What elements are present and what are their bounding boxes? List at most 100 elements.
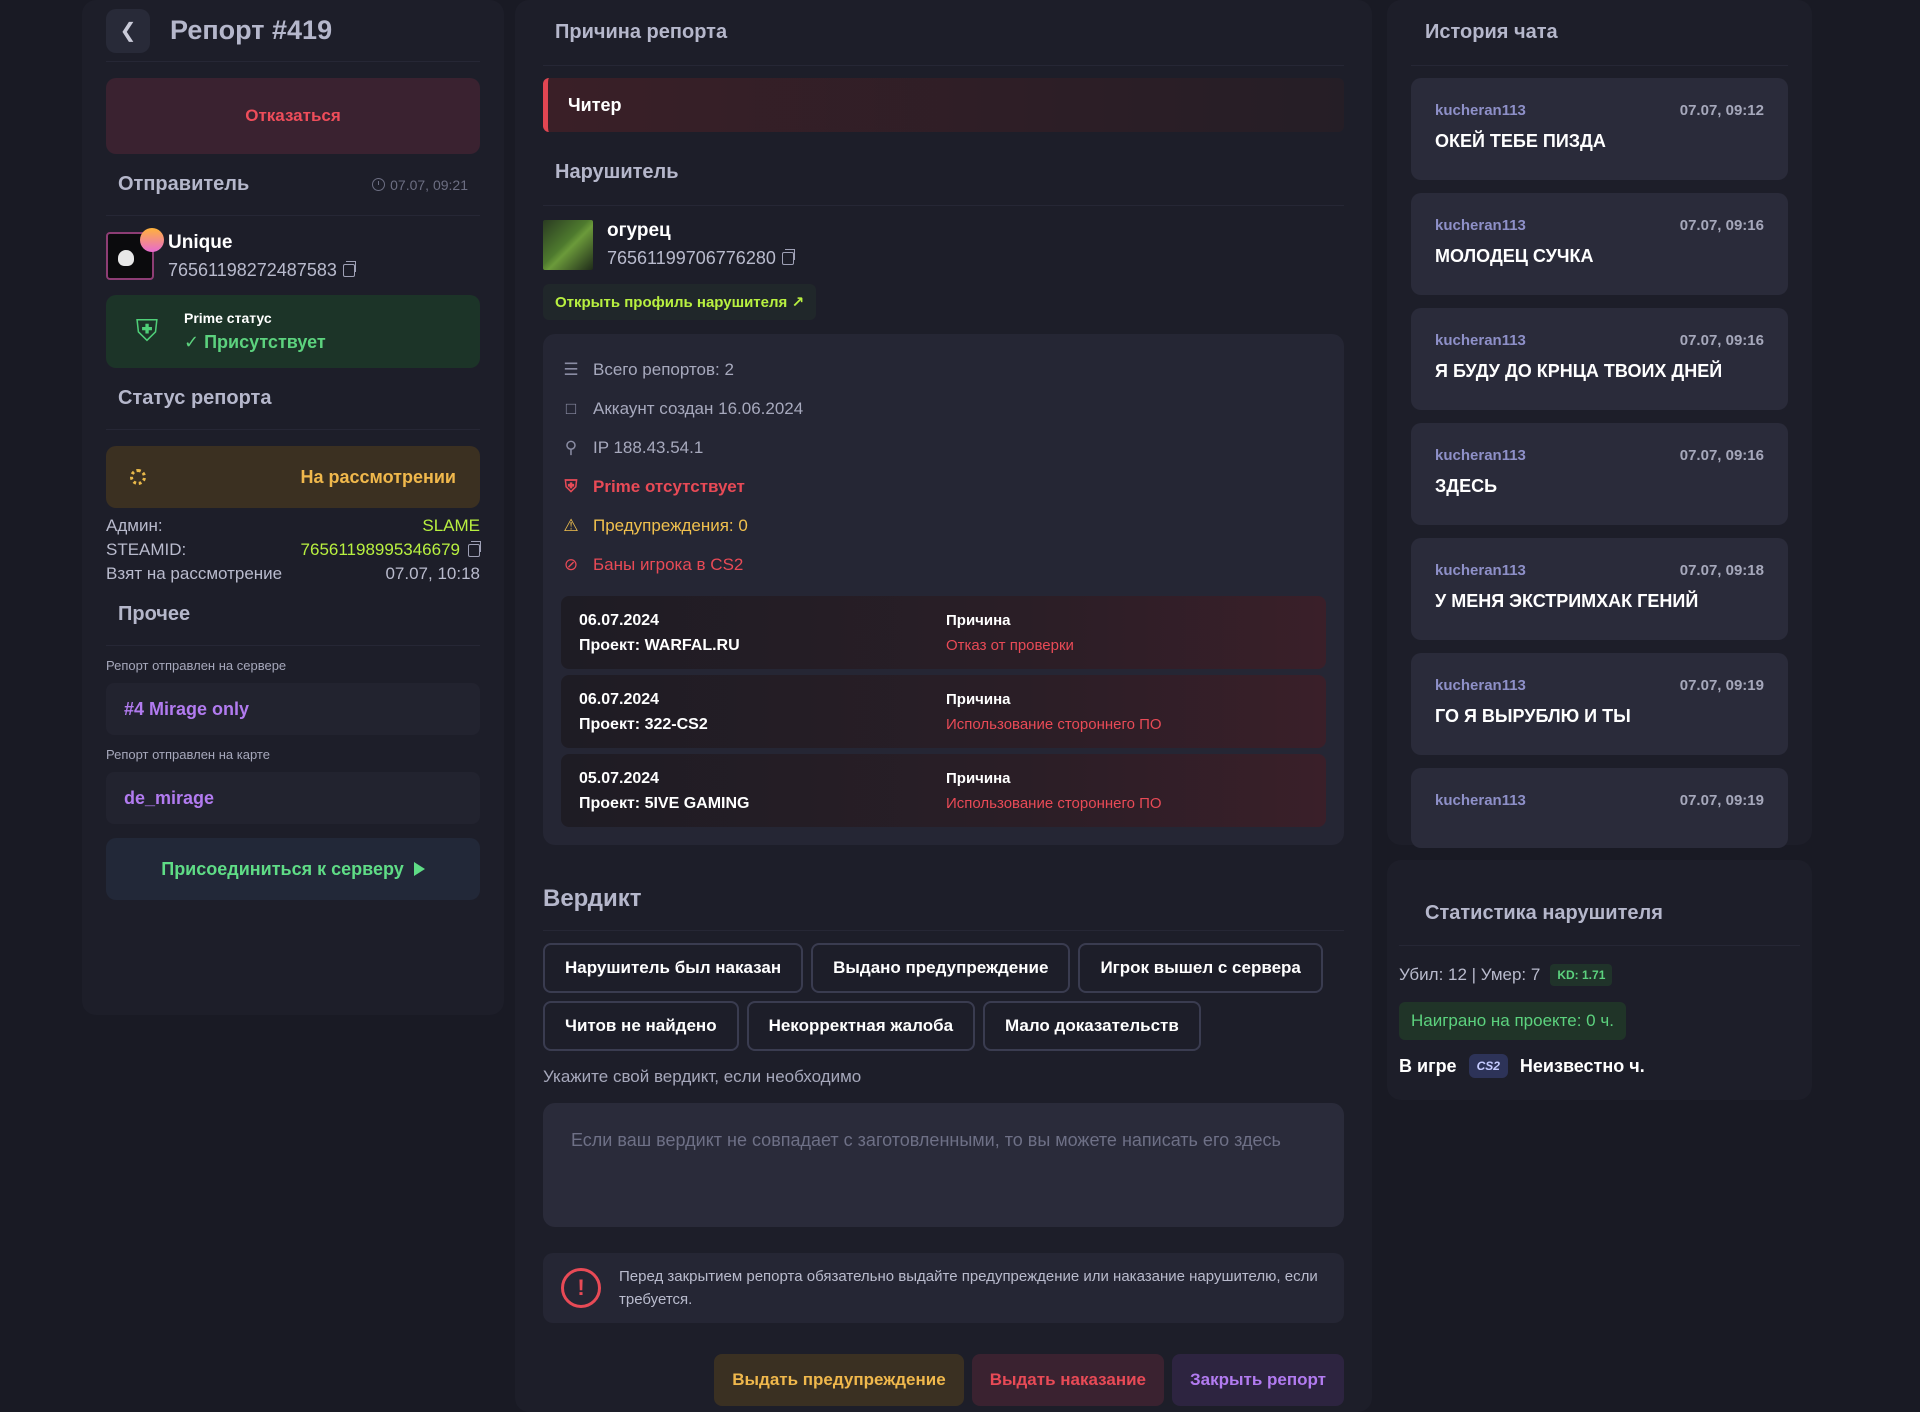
chat-user[interactable]: kucheran113 [1435, 102, 1526, 119]
chat-message: kucheran113 07.07, 09:16 ЗДЕСЬ [1411, 423, 1788, 525]
stats-section-title: Статистика нарушителя [1399, 860, 1800, 946]
admin-steamid-row: STEAMID: 76561198995346679 [106, 540, 481, 560]
status-text: На рассмотрении [300, 466, 457, 487]
prime-value-text: Присутствует [204, 332, 326, 352]
refuse-button[interactable]: Отказаться [106, 78, 480, 154]
chat-user[interactable]: kucheran113 [1435, 217, 1526, 234]
chat-user[interactable]: kucheran113 [1435, 447, 1526, 464]
violator-name[interactable]: огурец [607, 220, 794, 242]
verdict-option-punished[interactable]: Нарушитель был наказан [543, 943, 804, 993]
prime-label: Prime статус [184, 310, 272, 326]
avatar-badge [140, 228, 164, 252]
prime-value: ✓ Присутствует [184, 332, 326, 353]
account-created-row: □ Аккаунт создан 16.06.2024 [561, 389, 1326, 428]
sender-steamid: 76561198272487583 [168, 260, 356, 281]
join-server-button[interactable]: Присоединиться к серверу [106, 838, 480, 900]
ban-date: 05.07.2024 [579, 769, 660, 787]
verdict-option-left-server[interactable]: Игрок вышел с сервера [1078, 943, 1323, 993]
chat-panel: История чата kucheran113 07.07, 09:12 ОКЕ… [1387, 0, 1812, 848]
main-panel: Причина репорта Читер Нарушитель огурец … [515, 0, 1372, 1412]
spinner-icon [130, 469, 146, 485]
chat-user[interactable]: kucheran113 [1435, 792, 1526, 809]
ingame-value: Неизвестно ч. [1519, 1055, 1645, 1076]
close-warning-text: Перед закрытием репорта обязательно выда… [619, 1268, 1318, 1308]
taken-value: 07.07, 10:18 [385, 564, 480, 583]
taken-row: Взят на рассмотрение 07.07, 10:18 [106, 564, 480, 584]
cs2-badge: CS2 [1468, 1054, 1508, 1078]
calendar-icon: □ [565, 398, 577, 418]
copy-icon[interactable] [342, 261, 356, 277]
ban-project: Проект: 5IVE GAMING [579, 794, 750, 812]
ban-project: Проект: 322-CS2 [579, 715, 708, 733]
warning-icon: ⚠ [563, 515, 579, 535]
taken-label: Взят на рассмотрение [106, 564, 283, 583]
verdict-hint: Укажите свой вердикт, если необходимо [543, 1067, 862, 1086]
prime-shield-icon: ⛨ [135, 314, 159, 348]
ip-row: ⚲ IP 188.43.54.1 [561, 428, 1326, 467]
chat-message: kucheran113 07.07, 09:19 [1411, 768, 1788, 848]
sender-name[interactable]: Unique [168, 232, 355, 254]
verdict-textarea[interactable]: Если ваш вердикт не совпадает с заготовл… [543, 1103, 1344, 1227]
sender-section-head: Отправитель 07.07, 09:21 [106, 154, 480, 216]
total-reports: Всего репортов: 2 [593, 359, 734, 379]
back-button[interactable]: ❮ [106, 8, 150, 53]
violator-info-card: ☰ Всего репортов: 2 □ Аккаунт создан 16.… [543, 334, 1344, 845]
sender-avatar[interactable] [106, 228, 164, 280]
left-panel: ❮ Репорт #419 Отказаться Отправитель 07.… [82, 0, 504, 1015]
chat-time: 07.07, 09:16 [1679, 217, 1764, 234]
close-report-button[interactable]: Закрыть репорт [1172, 1354, 1344, 1406]
sender-time: 07.07, 09:21 [372, 177, 468, 193]
chat-text: Я БУДУ ДО КРНЦА ТВОИХ ДНЕЙ [1435, 361, 1723, 381]
violator-steamid-value: 76561199706776280 [607, 248, 776, 268]
chat-time: 07.07, 09:19 [1679, 677, 1764, 694]
steamid-label: STEAMID: [106, 540, 187, 559]
reports-icon: ☰ [563, 359, 579, 379]
status-section-title: Статус репорта [118, 387, 272, 409]
verdict-option-invalid[interactable]: Некорректная жалоба [746, 1001, 976, 1051]
verdict-option-warned[interactable]: Выдано предупреждение [811, 943, 1071, 993]
ban-date: 06.07.2024 [579, 690, 660, 708]
chat-user[interactable]: kucheran113 [1435, 677, 1526, 694]
join-server-label: Присоединиться к серверу [161, 858, 404, 879]
chat-user[interactable]: kucheran113 [1435, 562, 1526, 579]
chat-message: kucheran113 07.07, 09:18 У МЕНЯ ЭКСТРИМХА… [1411, 538, 1788, 640]
chat-time: 07.07, 09:12 [1679, 102, 1764, 119]
copy-icon[interactable] [781, 249, 795, 265]
map-field: de_mirage [106, 772, 480, 824]
bans-title: Баны игрока в CS2 [593, 554, 744, 574]
admin-row: Админ: SLAME [106, 516, 480, 536]
bans-title-row: ⊘ Баны игрока в CS2 [561, 545, 1326, 584]
server-label: Репорт отправлен на сервере [106, 658, 287, 673]
reason-section-title: Причина репорта [543, 0, 1344, 66]
chat-messages[interactable]: kucheran113 07.07, 09:12 ОКЕЙ ТЕБЕ ПИЗДА … [1411, 78, 1788, 848]
chat-message: kucheran113 07.07, 09:16 Я БУДУ ДО КРНЦА … [1411, 308, 1788, 410]
ban-row: 06.07.2024 Проект: WARFAL.RU Причина Отк… [561, 596, 1326, 669]
admin-value[interactable]: SLAME [422, 516, 480, 536]
bans-list: 06.07.2024 Проект: WARFAL.RU Причина Отк… [561, 596, 1326, 827]
chat-message: kucheran113 07.07, 09:12 ОКЕЙ ТЕБЕ ПИЗДА [1411, 78, 1788, 180]
other-section-title: Прочее [118, 603, 191, 625]
chat-user[interactable]: kucheran113 [1435, 332, 1526, 349]
issue-warning-button[interactable]: Выдать предупреждение [714, 1354, 964, 1406]
verdict-section-title: Вердикт [543, 867, 1344, 931]
verdict-option-little-evidence[interactable]: Мало доказательств [983, 1001, 1201, 1051]
close-warning: ! Перед закрытием репорта обязательно вы… [543, 1253, 1344, 1323]
ban-reason-label: Причина [946, 769, 1011, 787]
prime-status-box: ⛨ Prime статус ✓ Присутствует [106, 295, 480, 368]
ban-project: Проект: WARFAL.RU [579, 636, 740, 654]
violator-section-title: Нарушитель [543, 140, 1344, 206]
ban-reason: Использование стороннего ПО [946, 794, 1162, 812]
chat-text: У МЕНЯ ЭКСТРИМХАК ГЕНИЙ [1435, 591, 1699, 611]
location-icon: ⚲ [564, 437, 578, 457]
clock-icon [372, 178, 386, 191]
issue-punishment-button[interactable]: Выдать наказание [971, 1354, 1164, 1406]
copy-icon[interactable] [468, 540, 481, 557]
violator-avatar[interactable] [543, 220, 593, 270]
right-column: История чата kucheran113 07.07, 09:12 ОКЕ… [1387, 0, 1812, 1100]
verdict-option-no-cheats[interactable]: Читов не найдено [543, 1001, 739, 1051]
chat-time: 07.07, 09:18 [1679, 562, 1764, 579]
account-created: Аккаунт создан 16.06.2024 [593, 398, 804, 418]
open-profile-link[interactable]: Открыть профиль нарушителя ↗ [543, 284, 817, 320]
warnings-count: Предупреждения: 0 [593, 515, 748, 535]
server-field: #4 Mirage only [106, 683, 480, 735]
